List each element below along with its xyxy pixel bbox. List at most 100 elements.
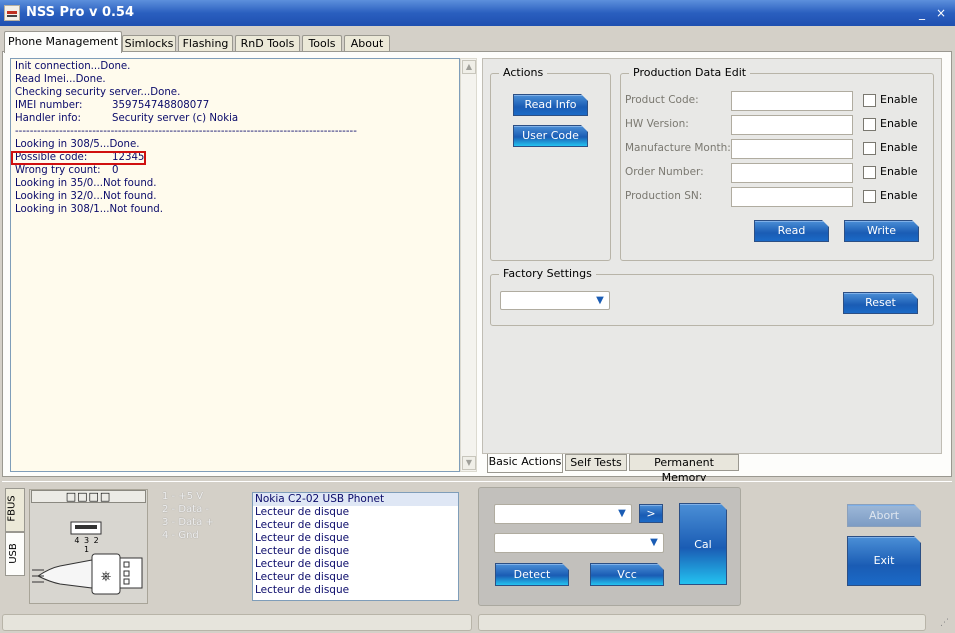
enable-checkbox[interactable] [863, 190, 876, 203]
connector-pins-header: □□□□ [31, 490, 146, 503]
production-field-input[interactable] [731, 163, 853, 183]
progress-bar [478, 614, 926, 631]
usb-connector-panel: ⎈ 4 3 2 1 [29, 489, 148, 604]
exit-button[interactable]: Exit [847, 536, 921, 586]
device-list-item[interactable]: Lecteur de disque [253, 584, 458, 597]
tab-flashing[interactable]: Flashing [178, 35, 233, 52]
actions-legend: Actions [499, 66, 548, 79]
pin-numbers: 4 3 2 1 [74, 536, 100, 554]
log-lines: Init connection...Done. Read Imei...Done.… [15, 60, 455, 216]
write-button[interactable]: Write [844, 220, 919, 242]
log-line: Handler info: Security server (c) Nokia [15, 112, 455, 125]
subtab-self-tests[interactable]: Self Tests [565, 454, 627, 471]
production-field-label: Production SN: [625, 190, 703, 202]
log-line: ----------------------------------------… [15, 125, 455, 138]
log-line: Looking in 32/0...Not found. [15, 190, 455, 203]
log-key: Looking in 308/1...Not found. [15, 204, 163, 215]
log-line: Wrong try count: 0 [15, 164, 455, 177]
window-title: NSS Pro v 0.54 [26, 5, 135, 20]
production-field-input[interactable] [731, 187, 853, 207]
log-key: IMEI number: [15, 100, 83, 111]
enable-label: Enable [880, 141, 918, 154]
chevron-down-icon: ▼ [650, 537, 658, 548]
side-tab-usb[interactable]: USB [5, 532, 25, 576]
side-tab-fbus-label: FBUS [6, 495, 18, 522]
log-line: Looking in 308/1...Not found. [15, 203, 455, 216]
subtab-basic-actions[interactable]: Basic Actions [487, 454, 563, 473]
user-code-button[interactable]: User Code [513, 125, 588, 147]
log-line: Looking in 308/5...Done. [15, 138, 455, 151]
pin-label: 3 - Data + [162, 517, 214, 528]
log-value: 359754748808077 [112, 100, 210, 111]
log-panel: Init connection...Done. Read Imei...Done.… [10, 58, 460, 472]
device-list-item[interactable]: Lecteur de disque [253, 558, 458, 571]
log-line: Init connection...Done. [15, 60, 455, 73]
scroll-down-icon[interactable]: ▼ [462, 456, 476, 470]
reset-button[interactable]: Reset [843, 292, 918, 314]
enable-checkbox[interactable] [863, 166, 876, 179]
production-legend: Production Data Edit [629, 66, 751, 79]
log-value: 0 [112, 165, 119, 176]
enable-label: Enable [880, 117, 918, 130]
scroll-up-icon[interactable]: ▲ [462, 60, 476, 74]
production-field-input[interactable] [731, 139, 853, 159]
tab-about[interactable]: About [344, 35, 390, 52]
production-field-input[interactable] [731, 91, 853, 111]
log-key: ----------------------------------------… [15, 126, 357, 137]
device-list-item[interactable]: Lecteur de disque [253, 571, 458, 584]
enable-checkbox[interactable] [863, 94, 876, 107]
close-button[interactable]: × [934, 6, 948, 20]
pin-legend: 1 - +5 V 2 - Data - 3 - Data + 4 - Gnd [162, 490, 247, 542]
log-key: Looking in 35/0...Not found. [15, 178, 157, 189]
cal-button[interactable]: Cal [679, 503, 727, 585]
log-key: Looking in 32/0...Not found. [15, 191, 157, 202]
device-list-item[interactable]: Lecteur de disque [253, 545, 458, 558]
device-list-item[interactable]: Lecteur de disque [253, 519, 458, 532]
device-dropdown[interactable]: ▼ [494, 533, 664, 553]
production-field-label: Manufacture Month: [625, 142, 731, 154]
tab-simlocks[interactable]: Simlocks [122, 35, 176, 52]
port-dropdown[interactable]: ▼ [494, 504, 632, 524]
factory-legend: Factory Settings [499, 267, 596, 280]
pin-label: 2 - Data - [162, 504, 209, 515]
device-list-item[interactable]: Nokia C2-02 USB Phonet [253, 493, 458, 506]
log-scrollbar[interactable]: ▲ ▼ [460, 58, 477, 472]
log-key: Checking security server...Done. [15, 87, 181, 98]
abort-button[interactable]: Abort [847, 504, 921, 527]
arrow-button[interactable]: > [639, 504, 663, 523]
app-icon [4, 5, 20, 21]
basic-actions-panel: Actions Read Info User Code Production D… [482, 58, 942, 484]
production-field-label: Order Number: [625, 166, 704, 178]
log-key: Looking in 308/5...Done. [15, 139, 140, 150]
enable-checkbox[interactable] [863, 118, 876, 131]
log-line: IMEI number: 359754748808077 [15, 99, 455, 112]
minimize-button[interactable]: _ [915, 6, 929, 20]
chevron-down-icon: ▼ [596, 295, 604, 306]
production-field-input[interactable] [731, 115, 853, 135]
title-bar: NSS Pro v 0.54 _ × [0, 0, 955, 26]
production-field-label: HW Version: [625, 118, 689, 130]
detect-button[interactable]: Detect [495, 563, 569, 586]
subtab-permanent-memory[interactable]: Permanent Memory [629, 454, 739, 484]
svg-text:⎈: ⎈ [101, 569, 111, 584]
read-info-button[interactable]: Read Info [513, 94, 588, 116]
tab-phone-management[interactable]: Phone Management [4, 31, 122, 53]
production-field-label: Product Code: [625, 94, 699, 106]
enable-checkbox[interactable] [863, 142, 876, 155]
device-list-item[interactable]: Lecteur de disque [253, 532, 458, 545]
side-tab-usb-label: USB [7, 543, 19, 564]
log-key: Read Imei...Done. [15, 74, 106, 85]
tab-tools[interactable]: Tools [302, 35, 342, 52]
chevron-down-icon: ▼ [618, 508, 626, 519]
log-line: Checking security server...Done. [15, 86, 455, 99]
status-pane-left [2, 614, 472, 631]
tab-rnd-tools[interactable]: RnD Tools [235, 35, 300, 52]
device-list-item[interactable]: Lecteur de disque [253, 506, 458, 519]
side-tab-fbus[interactable]: FBUS [5, 488, 25, 532]
pin-label: 1 - +5 V [162, 491, 204, 502]
device-list[interactable]: Nokia C2-02 USB Phonet Lecteur de disque L… [252, 492, 459, 601]
pin-label: 4 - Gnd [162, 530, 199, 541]
read-button[interactable]: Read [754, 220, 829, 242]
vcc-button[interactable]: Vcc [590, 563, 664, 586]
factory-settings-dropdown[interactable]: ▼ [500, 291, 610, 310]
